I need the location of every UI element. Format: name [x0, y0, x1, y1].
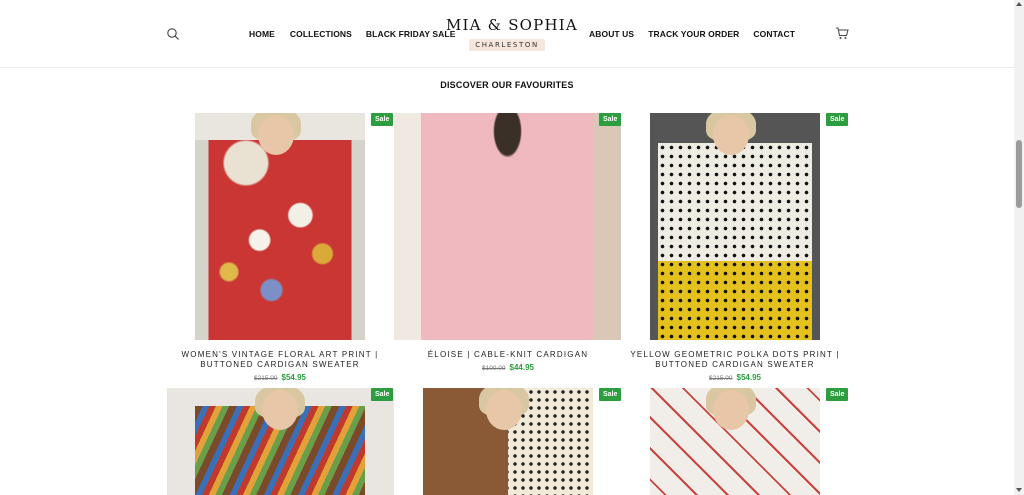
sale-price: $54.95	[736, 373, 761, 382]
nav-about-us[interactable]: ABOUT US	[589, 29, 634, 39]
scroll-up-arrow-icon[interactable]	[1016, 2, 1022, 6]
product-card[interactable]: Sale	[393, 388, 623, 495]
product-image[interactable]	[167, 388, 394, 495]
product-card[interactable]: Sale	[620, 388, 850, 495]
product-price: $100.00 $44.95	[393, 363, 623, 372]
cart-icon[interactable]	[835, 26, 849, 40]
section-title: DISCOVER OUR FAVOURITES	[440, 80, 574, 90]
sale-badge: Sale	[599, 113, 622, 126]
nav-track-your-order[interactable]: TRACK YOUR ORDER	[648, 29, 739, 39]
old-price: $215.00	[709, 375, 733, 382]
sale-badge: Sale	[371, 388, 394, 401]
product-image[interactable]	[195, 113, 365, 340]
product-card[interactable]: Sale	[165, 388, 395, 495]
old-price: $215.00	[254, 375, 278, 382]
sale-price: $54.95	[281, 373, 306, 382]
logo-sub-text: CHARLESTON	[469, 39, 545, 51]
product-card[interactable]: Sale WOMEN'S VINTAGE FLORAL ART PRINT | …	[165, 113, 395, 383]
product-price: $215.00 $54.95	[620, 373, 850, 382]
product-title[interactable]: ÉLOISE | CABLE-KNIT CARDIGAN	[393, 350, 623, 360]
sale-badge: Sale	[826, 113, 849, 126]
scroll-down-arrow-icon[interactable]	[1016, 488, 1022, 492]
main-nav-left: HOME COLLECTIONS BLACK FRIDAY SALE	[249, 29, 455, 39]
sale-badge: Sale	[599, 388, 622, 401]
nav-contact[interactable]: CONTACT	[753, 29, 795, 39]
nav-collections[interactable]: COLLECTIONS	[290, 29, 352, 39]
logo-main-text: MIA & SOPHIA	[446, 16, 578, 34]
sale-badge: Sale	[371, 113, 394, 126]
main-nav-right: ABOUT US TRACK YOUR ORDER CONTACT	[589, 29, 795, 39]
product-title[interactable]: YELLOW GEOMETRIC POLKA DOTS PRINT | BUTT…	[620, 350, 850, 370]
product-title[interactable]: WOMEN'S VINTAGE FLORAL ART PRINT | BUTTO…	[165, 350, 395, 370]
old-price: $100.00	[482, 365, 506, 372]
product-price: $215.00 $54.95	[165, 373, 395, 382]
scrollbar-thumb[interactable]	[1016, 140, 1022, 208]
search-icon[interactable]	[166, 27, 180, 41]
product-image[interactable]	[650, 113, 820, 340]
product-card[interactable]: Sale YELLOW GEOMETRIC POLKA DOTS PRINT |…	[620, 113, 850, 383]
site-logo[interactable]: MIA & SOPHIA CHARLESTON	[446, 16, 578, 51]
nav-black-friday-sale[interactable]: BLACK FRIDAY SALE	[366, 29, 456, 39]
page-scrollbar[interactable]	[1014, 0, 1024, 495]
product-image[interactable]	[650, 388, 820, 495]
nav-home[interactable]: HOME	[249, 29, 275, 39]
product-image[interactable]	[394, 113, 621, 340]
product-card[interactable]: Sale ÉLOISE | CABLE-KNIT CARDIGAN $100.0…	[393, 113, 623, 383]
sale-badge: Sale	[826, 388, 849, 401]
site-header: HOME COLLECTIONS BLACK FRIDAY SALE MIA &…	[0, 0, 1014, 68]
sale-price: $44.95	[509, 363, 534, 372]
product-image[interactable]	[423, 388, 593, 495]
